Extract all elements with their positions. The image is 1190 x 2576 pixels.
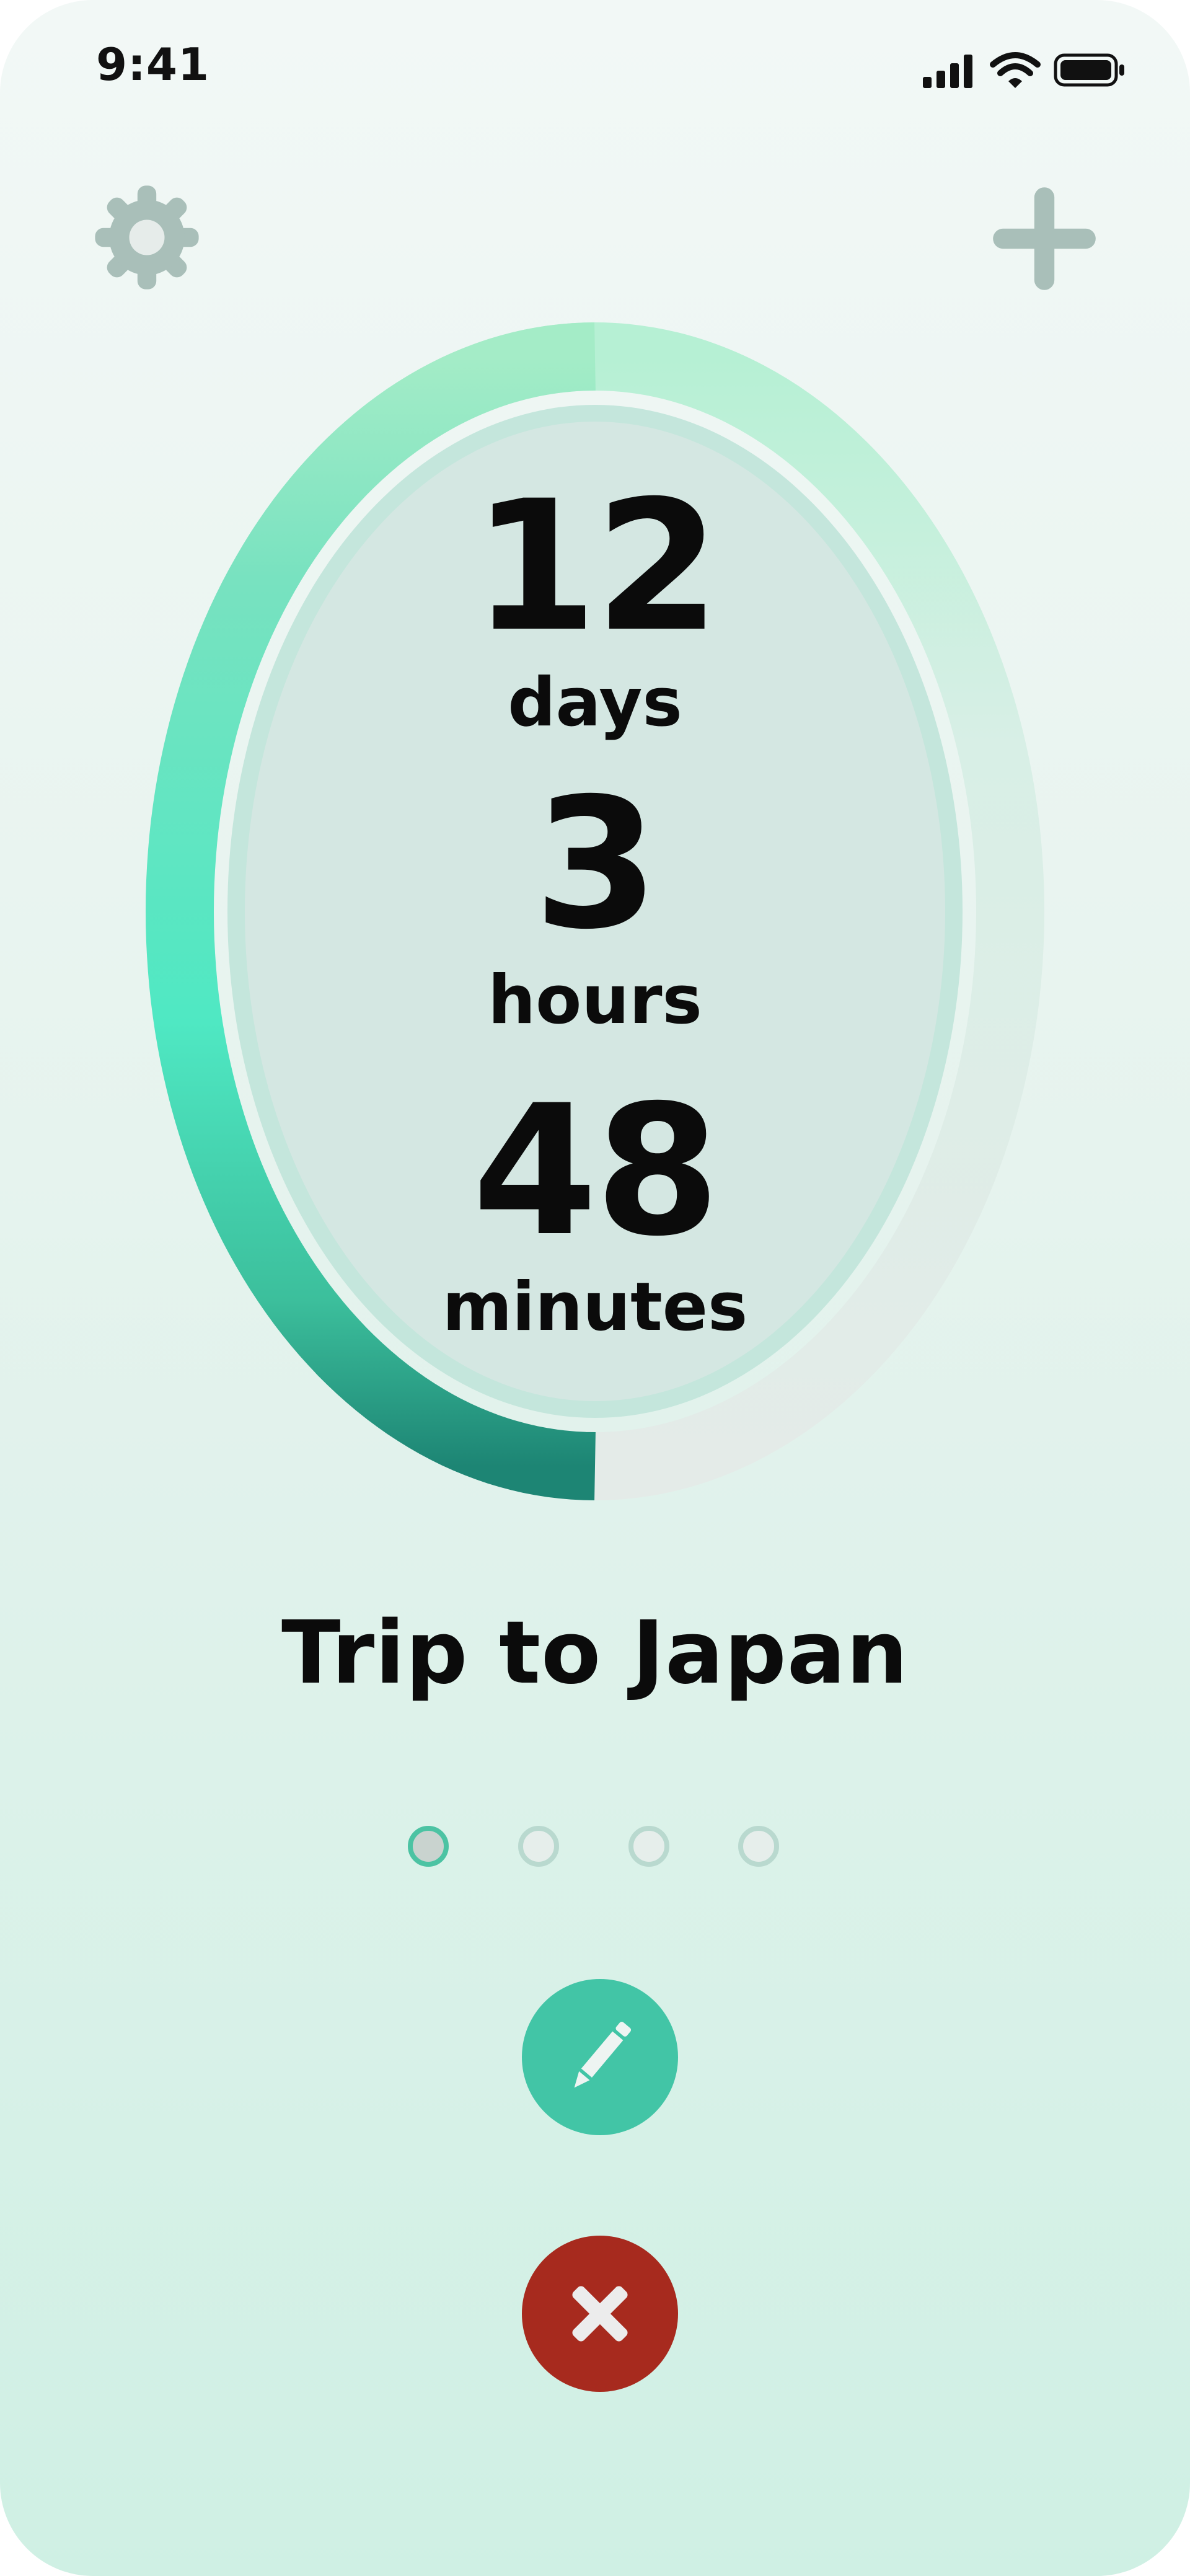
- gear-icon[interactable]: [88, 179, 206, 296]
- minutes-label: minutes: [442, 1268, 748, 1346]
- status-time: 9:41: [96, 38, 210, 91]
- battery-icon: [1054, 53, 1124, 87]
- delete-button[interactable]: [522, 2236, 678, 2392]
- page-dot-1[interactable]: [408, 1826, 449, 1867]
- page-dot-3[interactable]: [628, 1826, 669, 1867]
- days-block: 12 days: [0, 477, 1190, 737]
- hours-block: 3 hours: [0, 775, 1190, 1034]
- page-indicator: [0, 1826, 1190, 1869]
- app-screen: 9:41 12 days 3 hours 48 minutes Trip to …: [0, 0, 1190, 2576]
- close-icon: [572, 2286, 628, 2342]
- status-bar: 9:41: [0, 0, 1190, 136]
- plus-icon[interactable]: [989, 183, 1100, 294]
- status-icons: [923, 52, 1124, 88]
- minutes-block: 48 minutes: [0, 1082, 1190, 1341]
- minutes-value: 48: [472, 1067, 720, 1276]
- edit-button[interactable]: [522, 1979, 678, 2135]
- hours-label: hours: [488, 962, 702, 1039]
- pencil-icon: [574, 2022, 632, 2088]
- cellular-signal-icon: [923, 55, 972, 88]
- wifi-icon: [990, 52, 1041, 88]
- days-value: 12: [472, 463, 720, 671]
- hours-value: 3: [534, 760, 659, 969]
- page-dot-2[interactable]: [518, 1826, 559, 1867]
- page-dot-4[interactable]: [738, 1826, 779, 1867]
- event-title: Trip to Japan: [281, 1603, 909, 1704]
- days-label: days: [508, 664, 682, 741]
